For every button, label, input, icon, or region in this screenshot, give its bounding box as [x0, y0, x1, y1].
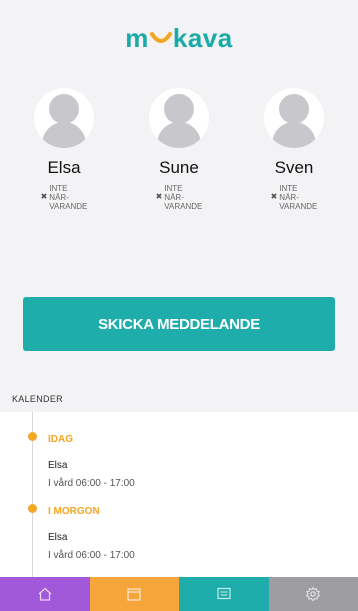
child-name: Sven	[274, 158, 314, 177]
day-label: IDAG	[48, 434, 73, 445]
event-time: I vård 06:00 - 17:00	[48, 550, 135, 561]
tab-messages[interactable]	[179, 577, 269, 611]
child-name: Sune	[159, 158, 199, 177]
day-label: I MORGON	[48, 506, 100, 517]
status-label: INTE NÄR- VARANDE	[49, 184, 88, 211]
status-label: INTE NÄR- VARANDE	[164, 184, 203, 211]
close-icon: ✖	[155, 192, 163, 201]
home-icon	[38, 587, 52, 601]
close-icon: ✖	[270, 192, 278, 201]
smile-icon	[149, 22, 172, 43]
logo-text-right: kava	[172, 23, 233, 53]
status-badge: ✖ INTE NÄR- VARANDE	[14, 184, 114, 211]
message-icon	[217, 587, 231, 600]
logo-text-left: m	[125, 23, 149, 53]
event-child-name[interactable]: Elsa	[48, 532, 67, 543]
calendar-title: KALENDER	[12, 394, 63, 404]
child-card[interactable]: Elsa ✖ INTE NÄR- VARANDE	[14, 88, 114, 211]
child-name: Elsa	[47, 158, 81, 177]
close-icon: ✖	[40, 192, 48, 201]
event-child-name[interactable]: Elsa	[48, 460, 67, 471]
children-list: Elsa ✖ INTE NÄR- VARANDE Sune ✖ INTE NÄR…	[0, 88, 358, 218]
status-badge: ✖ INTE NÄR- VARANDE	[129, 184, 229, 211]
timeline-dot	[28, 504, 37, 513]
send-message-button[interactable]: SKICKA MEDDELANDE	[23, 297, 335, 351]
status-badge: ✖ INTE NÄR- VARANDE	[244, 184, 344, 211]
tab-home[interactable]	[0, 577, 90, 611]
event-time: I vård 06:00 - 17:00	[48, 478, 135, 489]
child-card[interactable]: Sune ✖ INTE NÄR- VARANDE	[129, 88, 229, 211]
app-logo: m kava	[0, 22, 358, 54]
avatar	[149, 88, 209, 148]
tab-calendar[interactable]	[89, 577, 179, 611]
timeline-dot	[28, 432, 37, 441]
avatar	[34, 88, 94, 148]
avatar	[264, 88, 324, 148]
child-card[interactable]: Sven ✖ INTE NÄR- VARANDE	[244, 88, 344, 211]
status-label: INTE NÄR- VARANDE	[279, 184, 318, 211]
calendar-icon	[127, 588, 141, 601]
tab-settings[interactable]	[268, 577, 358, 611]
calendar-list: IDAG Elsa I vård 06:00 - 17:00 I MORGON …	[0, 412, 358, 577]
bottom-tab-bar	[0, 577, 358, 611]
settings-icon	[305, 586, 321, 602]
